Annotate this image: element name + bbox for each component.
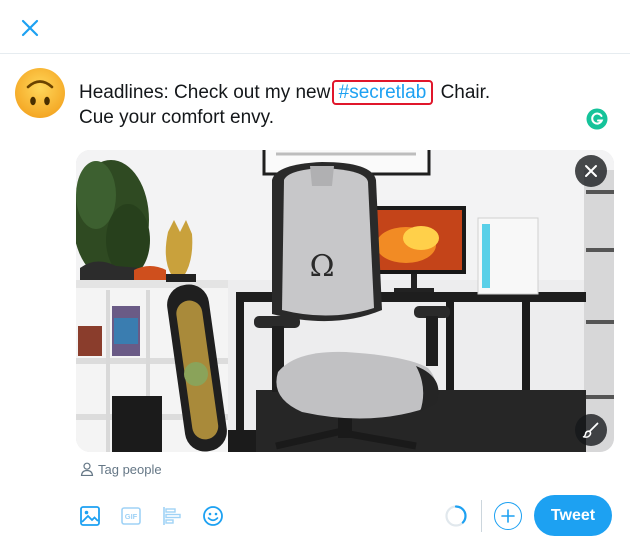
- tag-people-button[interactable]: Tag people: [80, 460, 162, 478]
- close-icon: [21, 19, 39, 37]
- tag-people-label: Tag people: [98, 461, 162, 477]
- add-gif-button[interactable]: GIF: [117, 502, 145, 530]
- tweet-text-line-2: Cue your comfort envy.: [79, 107, 275, 128]
- emoji-icon: [203, 506, 223, 526]
- modal-header: [0, 0, 630, 54]
- grammarly-button[interactable]: [586, 108, 608, 130]
- tweet-text-part: Headlines: Check out my new: [79, 82, 336, 103]
- upside-down-face-emoji-icon: [15, 68, 65, 118]
- chair-photo: Ω: [76, 150, 614, 452]
- add-tweet-button[interactable]: [494, 502, 522, 530]
- tweet-button[interactable]: Tweet: [534, 495, 612, 536]
- add-emoji-button[interactable]: [199, 502, 227, 530]
- toolbar-divider: [481, 500, 482, 532]
- media-attachment[interactable]: Ω: [76, 150, 614, 452]
- character-count-ring: [445, 505, 467, 527]
- close-icon: [585, 165, 597, 177]
- plus-icon: [501, 509, 515, 523]
- hashtag[interactable]: #secretlab: [331, 80, 434, 105]
- remove-media-button[interactable]: [575, 155, 607, 187]
- person-icon: [80, 462, 94, 476]
- gif-label: GIF: [124, 511, 138, 521]
- add-poll-button[interactable]: [158, 502, 186, 530]
- compose-toolbar: GIF: [76, 502, 240, 530]
- close-button[interactable]: [12, 10, 48, 46]
- avatar: [14, 67, 66, 119]
- tweet-text-part: Chair.: [435, 82, 491, 103]
- poll-icon: [163, 507, 181, 525]
- grammarly-icon: [586, 108, 608, 130]
- edit-media-button[interactable]: [575, 414, 607, 446]
- tweet-text-line-1: Headlines: Check out my new #secretlab C…: [79, 80, 579, 105]
- svg-text:Ω: Ω: [310, 249, 335, 284]
- brush-icon: [582, 422, 599, 438]
- add-media-button[interactable]: [76, 502, 104, 530]
- image-icon: [80, 506, 100, 526]
- tweet-text-area[interactable]: Headlines: Check out my new #secretlab C…: [79, 80, 579, 130]
